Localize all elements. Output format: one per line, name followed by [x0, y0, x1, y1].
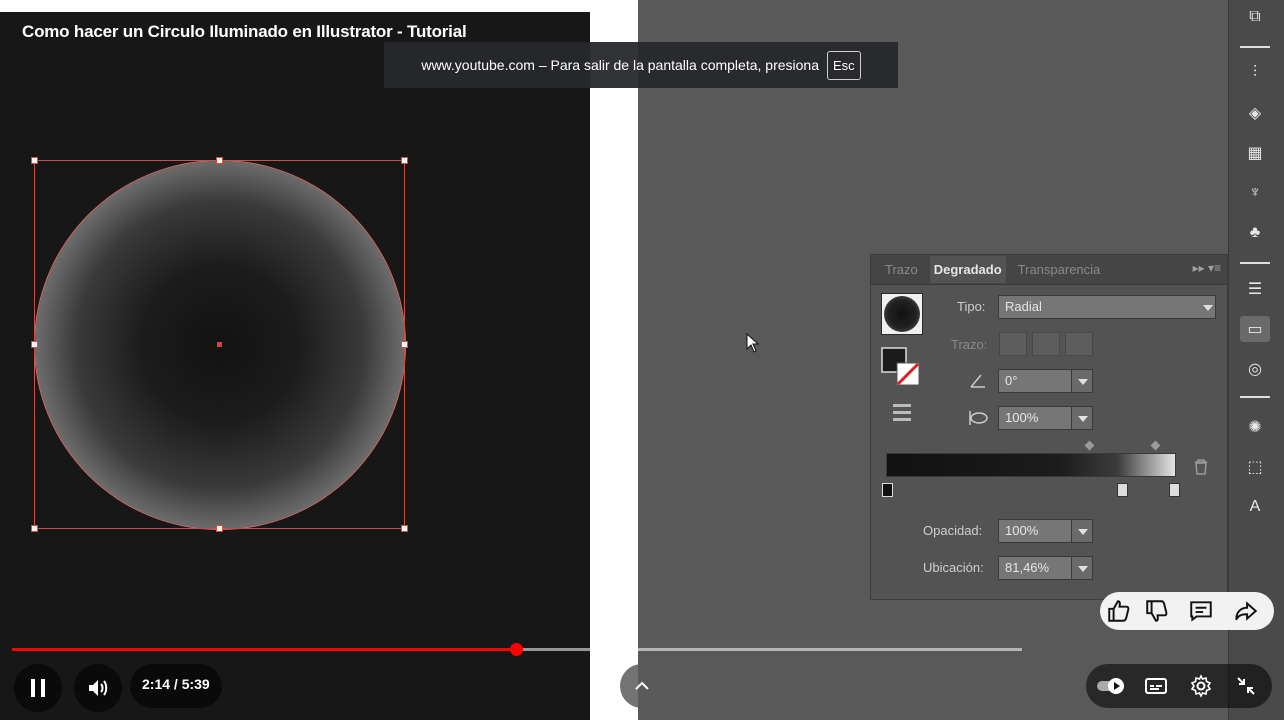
brush-icon[interactable]: ♆ [1240, 180, 1270, 206]
appearance-icon[interactable]: ✺ [1240, 414, 1270, 440]
angle-icon [970, 374, 985, 388]
time-display: 2:14 / 5:39 [142, 676, 210, 692]
properties-icon[interactable]: ⫶ [1240, 60, 1270, 86]
aspect-ratio-input[interactable]: 100% [998, 406, 1072, 430]
comment-icon[interactable] [1188, 598, 1214, 624]
tipo-label: Tipo: [957, 299, 986, 314]
selection-handle [216, 157, 223, 164]
aspect-ratio-dropdown-button[interactable] [1071, 406, 1093, 430]
center-point [217, 342, 222, 347]
tipo-select[interactable]: Radial [998, 295, 1216, 319]
selection-handle [216, 525, 223, 532]
transparency-icon[interactable]: ◎ [1240, 356, 1270, 382]
gradient-panel: Trazo Degradado Transparencia ▸▸ ▾≡ Tipo… [870, 254, 1228, 600]
color-stop[interactable] [1117, 483, 1128, 497]
trazo-option-button[interactable] [1065, 332, 1093, 356]
fullscreen-message: www.youtube.com – Para salir de la panta… [421, 57, 819, 73]
selection-handle [401, 157, 408, 164]
opacity-label: Opacidad: [923, 523, 983, 538]
color-stop[interactable] [1169, 483, 1180, 497]
settings-icon[interactable] [1189, 674, 1213, 698]
esc-key-badge: Esc [827, 50, 861, 80]
fill-stroke-icon[interactable] [881, 347, 921, 387]
chevron-up-icon [635, 681, 649, 690]
dislike-icon[interactable] [1144, 598, 1170, 624]
canvas-edge [0, 0, 590, 12]
angle-dropdown-button[interactable] [1071, 369, 1093, 393]
arrange-icon[interactable]: ⧉ [1240, 4, 1270, 30]
autoplay-toggle-icon[interactable] [1096, 676, 1128, 696]
pause-icon [31, 679, 45, 697]
volume-icon [89, 680, 108, 696]
selection-handle [401, 525, 408, 532]
selection-handle [401, 341, 408, 348]
aspect-ratio-icon [969, 411, 988, 425]
chevron-down-icon [1203, 305, 1213, 311]
stroke-icon[interactable]: ☰ [1240, 276, 1270, 302]
like-icon[interactable] [1106, 598, 1132, 624]
selection-handle [31, 341, 38, 348]
angle-input[interactable]: 0° [998, 369, 1072, 393]
selection-handle [31, 525, 38, 532]
panel-menu-icon[interactable]: ▸▸ ▾≡ [1193, 261, 1221, 275]
transform-icon[interactable]: ⬚ [1240, 454, 1270, 480]
share-icon[interactable] [1233, 598, 1259, 624]
location-input[interactable]: 81,46% [998, 556, 1072, 580]
fullscreen-exit-banner: www.youtube.com – Para salir de la panta… [384, 42, 898, 88]
location-dropdown-button[interactable] [1071, 556, 1093, 580]
opacity-dropdown-button[interactable] [1071, 519, 1093, 543]
club-icon[interactable]: ♣ [1240, 220, 1270, 246]
subtitles-icon[interactable] [1144, 676, 1168, 696]
video-title: Como hacer un Circulo Iluminado en Illus… [22, 22, 467, 41]
libraries-icon[interactable]: ▦ [1240, 140, 1270, 166]
toolbar-separator [1240, 46, 1270, 48]
midpoint-diamond[interactable] [1150, 440, 1161, 451]
video-frame[interactable]: Trazo Degradado Transparencia ▸▸ ▾≡ Tipo… [0, 0, 1284, 720]
mouse-cursor-icon [746, 333, 760, 353]
progress-scrubber[interactable] [510, 643, 523, 656]
tab-transparencia[interactable]: Transparencia [1014, 256, 1105, 283]
location-label: Ubicación: [923, 560, 984, 575]
opacity-input[interactable]: 100% [998, 519, 1072, 543]
canvas-divider [590, 0, 638, 720]
selection-handle [31, 157, 38, 164]
midpoint-diamond[interactable] [1084, 440, 1095, 451]
layers-icon[interactable]: ◈ [1240, 100, 1270, 126]
trazo-option-button[interactable] [999, 332, 1027, 356]
progress-played [12, 648, 516, 651]
trazo-label: Trazo: [951, 337, 988, 352]
toolbar-separator [1240, 262, 1270, 264]
gradient-icon[interactable]: ▭ [1240, 316, 1270, 342]
panel-tabs: Trazo Degradado Transparencia [871, 255, 1227, 285]
trash-icon[interactable] [1193, 458, 1209, 476]
gradient-preview-swatch[interactable] [881, 293, 923, 335]
toolbar-separator [1240, 396, 1270, 398]
character-icon[interactable]: A [1240, 494, 1270, 520]
trazo-option-button[interactable] [1032, 332, 1060, 356]
gradient-options-icon[interactable] [891, 401, 913, 423]
exit-fullscreen-icon[interactable] [1234, 674, 1258, 698]
gradient-slider[interactable] [886, 453, 1176, 477]
color-stop[interactable] [882, 483, 893, 497]
tab-trazo[interactable]: Trazo [881, 256, 922, 283]
tab-degradado[interactable]: Degradado [929, 256, 1006, 283]
